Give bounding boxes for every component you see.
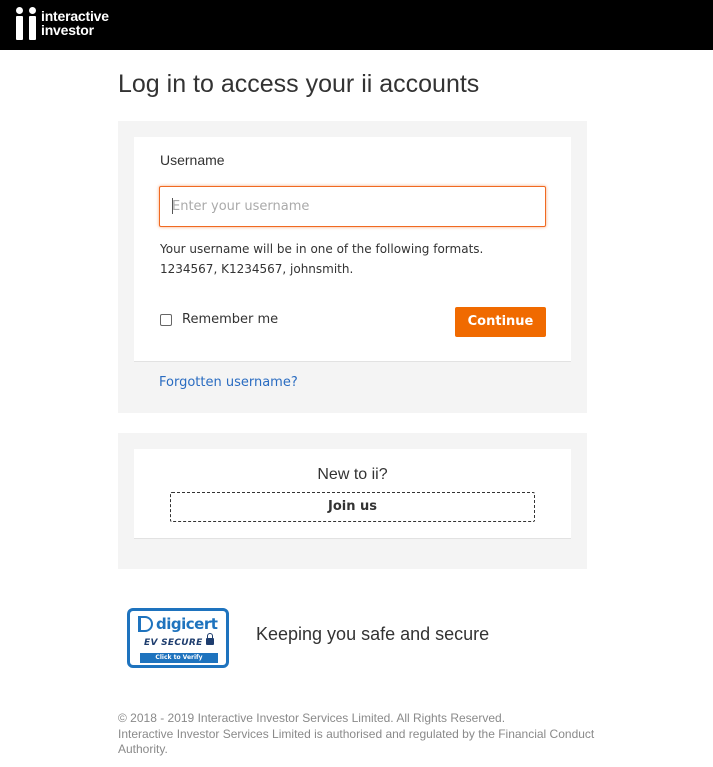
logo-line-2: investor <box>41 22 94 38</box>
logo-wordmark: interactive investor <box>41 9 109 37</box>
seal-brand-text: digicert <box>156 615 218 633</box>
login-panel: Username Your username will be in one of… <box>118 121 587 413</box>
join-card: New to ii? Join us <box>134 449 571 539</box>
help-line-2: 1234567, K1234567, johnsmith. <box>160 262 354 276</box>
forgotten-username-link[interactable]: Forgotten username? <box>159 375 298 390</box>
username-help-text: Your username will be in one of the foll… <box>160 239 483 279</box>
remember-me[interactable]: Remember me <box>160 312 278 327</box>
page-title: Log in to access your ii accounts <box>118 70 480 98</box>
text-cursor <box>172 198 173 214</box>
padlock-icon <box>206 633 214 645</box>
remember-me-label[interactable]: Remember me <box>182 312 278 327</box>
login-card: Username Your username will be in one of… <box>134 137 571 362</box>
digicert-logo: digicert <box>138 615 218 633</box>
footer-copyright: © 2018 - 2019 Interactive Investor Servi… <box>118 711 506 725</box>
logo-line-1: interactive <box>41 8 109 24</box>
security-tagline: Keeping you safe and secure <box>256 624 490 644</box>
seal-ev-text: EV SECURE <box>144 638 203 648</box>
digicert-seal[interactable]: digicert EV SECURE Click to Verify <box>127 608 229 668</box>
continue-button[interactable]: Continue <box>455 307 546 337</box>
footer-legal: © 2018 - 2019 Interactive Investor Servi… <box>118 711 598 758</box>
top-bar: interactive investor <box>0 0 713 50</box>
digicert-d-icon <box>138 616 153 632</box>
username-label: Username <box>160 152 225 168</box>
ii-logo-icon <box>16 6 38 40</box>
join-us-button[interactable]: Join us <box>170 492 535 522</box>
username-input[interactable] <box>159 186 546 227</box>
remember-me-checkbox[interactable] <box>160 313 172 326</box>
footer-regulation: Interactive Investor Services Limited is… <box>118 726 595 757</box>
new-to-ii-text: New to ii? <box>317 466 388 483</box>
help-line-1: Your username will be in one of the foll… <box>160 242 484 256</box>
seal-verify-text: Click to Verify <box>140 653 218 663</box>
ii-logo[interactable]: interactive investor <box>16 6 109 40</box>
join-panel: New to ii? Join us <box>118 433 587 569</box>
